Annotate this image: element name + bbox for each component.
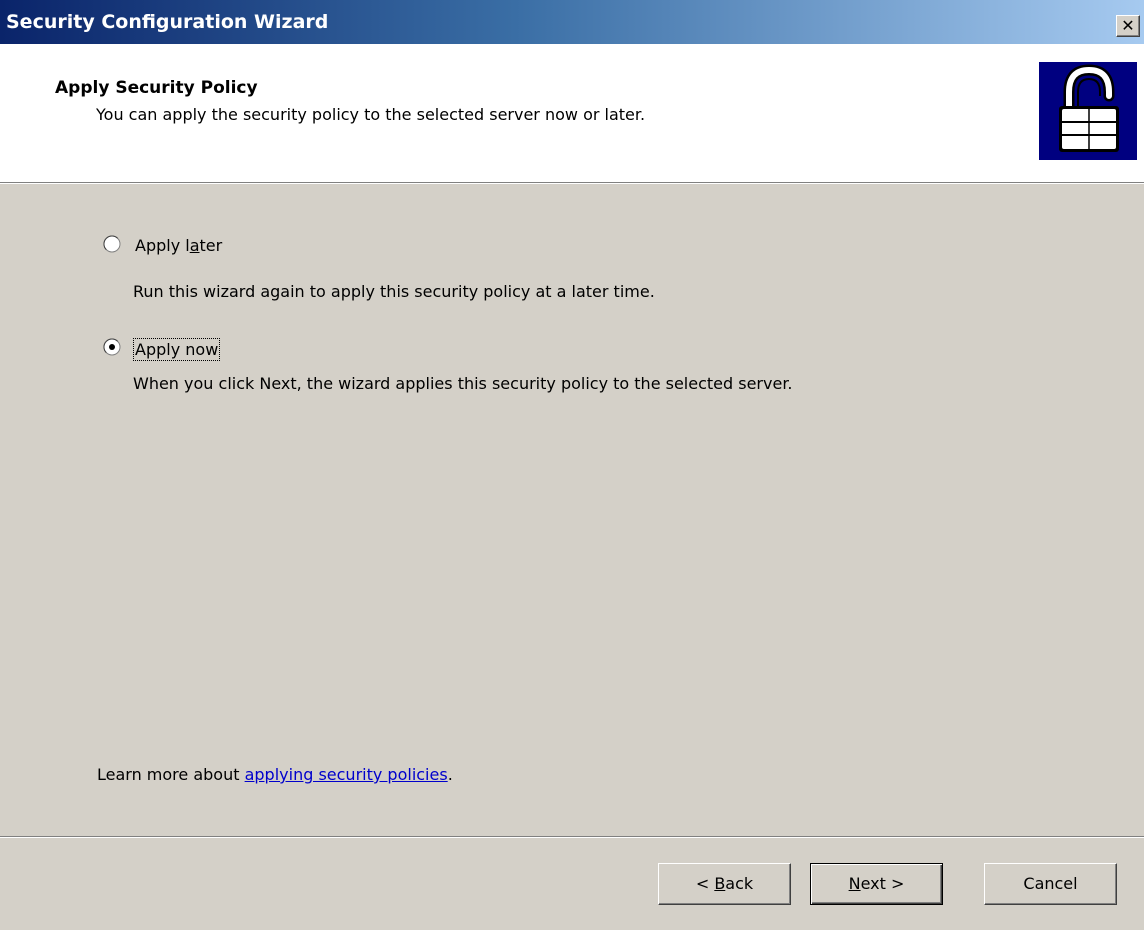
- wizard-window: Security Configuration Wizard ✕ Apply Se…: [0, 0, 1144, 930]
- wizard-header: Apply Security Policy You can apply the …: [0, 44, 1144, 182]
- footer-divider: [0, 836, 1144, 838]
- window-title: Security Configuration Wizard: [6, 11, 329, 33]
- learn-more-link[interactable]: applying security policies: [245, 765, 448, 784]
- page-title: Apply Security Policy: [55, 78, 258, 98]
- apply-now-description: When you click Next, the wizard applies …: [133, 374, 793, 393]
- title-bar[interactable]: Security Configuration Wizard ✕: [0, 0, 1144, 44]
- lock-icon: [1039, 62, 1137, 160]
- learn-more-text: Learn more about applying security polic…: [97, 765, 453, 784]
- close-button[interactable]: ✕: [1116, 15, 1140, 37]
- apply-later-description: Run this wizard again to apply this secu…: [133, 282, 655, 301]
- apply-now-label[interactable]: Apply now: [132, 338, 221, 361]
- apply-now-radio[interactable]: [103, 338, 121, 356]
- page-subtitle: You can apply the security policy to the…: [96, 105, 646, 124]
- next-button[interactable]: Next >: [810, 863, 943, 905]
- cancel-button[interactable]: Cancel: [984, 863, 1117, 905]
- header-divider: [0, 182, 1144, 184]
- back-button[interactable]: < Back: [658, 863, 791, 905]
- apply-later-label[interactable]: Apply later: [135, 236, 222, 255]
- close-icon: ✕: [1121, 16, 1135, 35]
- apply-later-radio[interactable]: [103, 235, 121, 253]
